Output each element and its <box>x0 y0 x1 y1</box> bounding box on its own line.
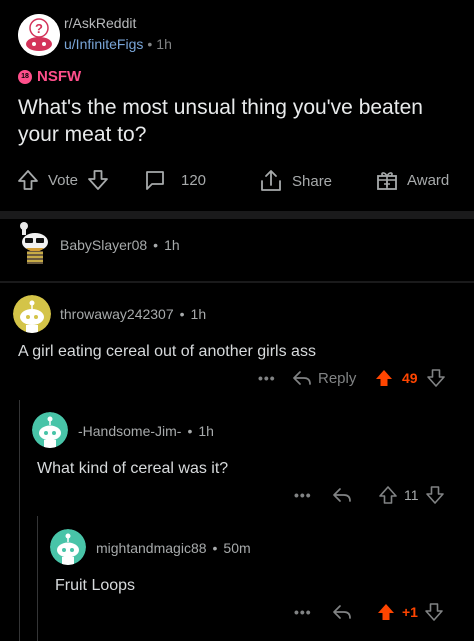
subreddit-avatar[interactable]: ? <box>18 14 60 56</box>
section-divider <box>0 211 474 219</box>
meta-separator: • <box>187 423 193 439</box>
reply-arrow-icon <box>293 371 311 385</box>
reply-label: Reply <box>318 369 357 387</box>
comment-body: Fruit Loops <box>55 577 136 594</box>
comment-bubble-icon <box>146 171 164 190</box>
comment-score: 49 <box>402 370 418 386</box>
share-button[interactable]: Share <box>258 168 332 194</box>
comment-score: 11 <box>404 487 419 503</box>
comment-body: A girl eating cereal out of another girl… <box>18 343 316 360</box>
commenter-avatar[interactable] <box>14 220 50 264</box>
nsfw-tag: 18 NSFW <box>18 68 81 85</box>
comment-body: What kind of cereal was it? <box>37 460 229 477</box>
comment-username[interactable]: BabySlayer08 <box>60 237 147 253</box>
post-meta: u/InfiniteFigs • 1h <box>64 36 172 52</box>
comment-time: 1h <box>164 237 180 253</box>
downvote-icon[interactable] <box>424 602 444 622</box>
comment-username[interactable]: mightandmagic88 <box>96 540 207 556</box>
comment-count: 120 <box>181 171 207 189</box>
downvote-icon[interactable] <box>425 485 445 505</box>
comment-time: 1h <box>198 423 214 439</box>
thread-line[interactable] <box>19 400 20 641</box>
vote-label: Vote <box>48 171 79 189</box>
comment-meta: mightandmagic88 • 50m <box>96 540 251 556</box>
meta-separator: • <box>212 540 218 556</box>
nsfw-label: NSFW <box>37 68 82 85</box>
reply-arrow-icon[interactable] <box>332 487 352 503</box>
share-icon <box>261 170 281 191</box>
comment-actions: ••• Reply 49 <box>258 368 458 388</box>
comment-meta: throwaway242307 • 1h <box>60 306 206 322</box>
award-label: Award <box>407 171 450 189</box>
comment-actions: ••• 11 <box>294 485 464 505</box>
comment-actions: ••• +1 <box>294 602 464 622</box>
downvote-icon[interactable] <box>86 168 110 192</box>
meta-separator: • <box>153 237 159 253</box>
reply-arrow-icon[interactable] <box>332 604 352 620</box>
vote-control: Vote <box>16 168 110 192</box>
downvote-icon[interactable] <box>426 368 446 388</box>
svg-text:?: ? <box>35 21 43 36</box>
more-options-icon[interactable]: ••• <box>294 604 332 620</box>
upvote-icon[interactable] <box>16 168 40 192</box>
nsfw-18-icon: 18 <box>18 69 32 84</box>
post-author[interactable]: u/InfiniteFigs <box>64 36 143 52</box>
meta-separator: • <box>179 306 185 322</box>
subreddit-name[interactable]: r/AskReddit <box>64 15 136 31</box>
upvote-icon[interactable] <box>376 602 396 622</box>
comment-time: 50m <box>223 540 251 556</box>
gift-icon <box>377 172 397 190</box>
thread-line[interactable] <box>37 516 38 641</box>
comment-username[interactable]: -Handsome-Jim- <box>78 423 181 439</box>
upvote-icon[interactable] <box>374 368 394 388</box>
comment-username[interactable]: throwaway242307 <box>60 306 174 322</box>
more-options-icon[interactable]: ••• <box>294 487 332 503</box>
reply-button[interactable]: Reply <box>292 370 374 387</box>
commenter-avatar[interactable] <box>50 529 86 565</box>
comment-meta: -Handsome-Jim- • 1h <box>78 423 214 439</box>
comment-time: 1h <box>190 306 207 322</box>
comments-button[interactable]: 120 <box>143 168 206 192</box>
upvote-icon[interactable] <box>378 485 398 505</box>
commenter-avatar[interactable] <box>32 412 68 448</box>
commenter-avatar[interactable] <box>13 295 51 333</box>
post-time: 1h <box>156 36 172 52</box>
comment-divider <box>0 281 474 283</box>
comment-score: +1 <box>402 604 418 620</box>
more-options-icon[interactable]: ••• <box>258 370 292 386</box>
post-title: What's the most unsual thing you've beat… <box>18 96 423 146</box>
award-button[interactable]: Award <box>375 168 449 192</box>
share-label: Share <box>292 172 333 190</box>
meta-separator: • <box>147 36 153 52</box>
comment-meta: BabySlayer08 • 1h <box>60 237 180 253</box>
